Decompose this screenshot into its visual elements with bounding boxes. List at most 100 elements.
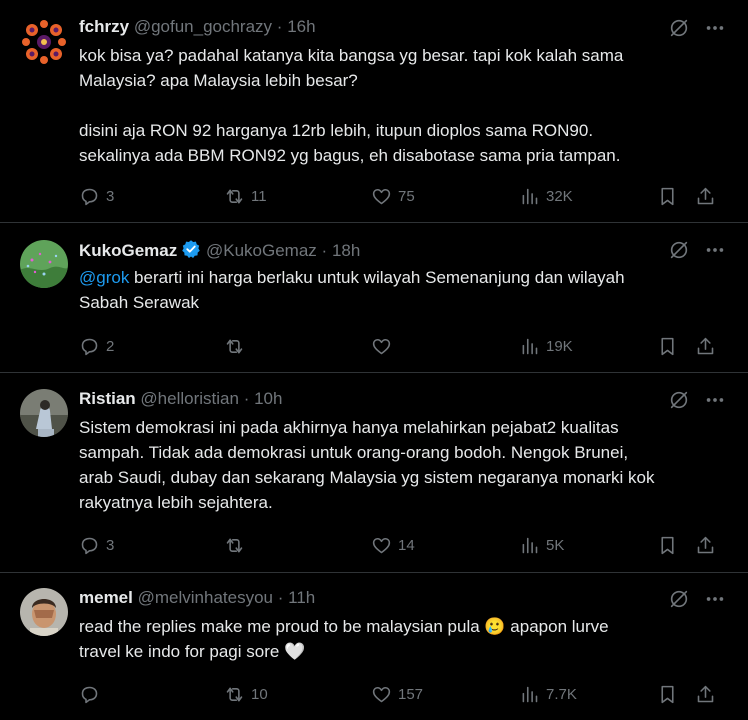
reply-button[interactable]: 3 [79, 184, 114, 208]
user-handle[interactable]: @helloristian [140, 389, 239, 408]
retweet-button[interactable] [224, 334, 251, 358]
avatar[interactable] [20, 588, 68, 636]
bookmark-button[interactable] [657, 184, 678, 208]
share-button[interactable] [695, 533, 716, 557]
tweet-text-line: disini aja RON 92 harganya 12rb lebih, i… [79, 121, 594, 140]
grok-icon[interactable] [668, 239, 690, 261]
analytics-icon [522, 537, 538, 553]
bookmark-icon [661, 685, 674, 703]
bookmark-button[interactable] [657, 682, 678, 706]
tweet[interactable]: fchrzy @gofun_gochrazy · 16h kok bisa ya… [0, 0, 748, 223]
avatar[interactable] [20, 18, 68, 66]
views-button[interactable]: 32K [519, 184, 573, 208]
share-icon [697, 187, 714, 204]
mention-link[interactable]: @grok [79, 268, 129, 287]
retweet-button[interactable] [224, 533, 251, 557]
timestamp[interactable]: 18h [332, 241, 360, 260]
tweet-text-line: Sabah Serawak [79, 293, 200, 312]
display-name[interactable]: memel [79, 588, 133, 607]
action-bar: 10 157 7.7K [79, 682, 730, 706]
views-button[interactable]: 7.7K [519, 682, 577, 706]
separator-dot: · [321, 241, 328, 260]
tweet-text-line: arab Saudi, dubay dan sekarang Malaysia … [79, 468, 655, 487]
tweet-text-fragment: read the replies make me proud to be mal… [79, 617, 485, 636]
more-options-icon[interactable] [704, 588, 726, 610]
verified-badge-icon[interactable] [181, 239, 201, 264]
action-bar: 3 11 75 32K [79, 184, 730, 208]
more-options-icon[interactable] [704, 17, 726, 39]
share-button[interactable] [695, 184, 716, 208]
tweet-text-line: Malaysia? apa Malaysia lebih besar? [79, 71, 358, 90]
like-button[interactable]: 75 [371, 184, 415, 208]
like-count: 157 [398, 685, 424, 703]
like-button[interactable] [371, 334, 398, 358]
reply-button[interactable]: 3 [79, 533, 114, 557]
timestamp[interactable]: 16h [287, 17, 315, 36]
timestamp[interactable]: 11h [288, 588, 315, 607]
display-name[interactable]: Ristian [79, 389, 136, 408]
user-handle[interactable]: @gofun_gochrazy [134, 17, 272, 36]
reply-count: 2 [106, 337, 115, 355]
retweet-icon [226, 339, 243, 353]
heart-icon [372, 537, 391, 553]
tweet-text-line: rakyatnya lebih sejahtera. [79, 493, 273, 512]
more-options-icon[interactable] [704, 239, 726, 261]
user-handle[interactable]: @melvinhatesyou [138, 588, 273, 607]
display-name[interactable]: fchrzy [79, 17, 129, 36]
separator-dot: · [277, 588, 284, 607]
view-count: 19K [546, 337, 573, 355]
share-button[interactable] [695, 334, 716, 358]
bookmark-icon [661, 536, 674, 554]
tweet-text-line: Sistem demokrasi ini pada akhirnya hanya… [79, 418, 619, 437]
grok-icon[interactable] [668, 588, 690, 610]
more-options-icon[interactable] [704, 389, 726, 411]
tweet-header: memel @melvinhatesyou · 11h [79, 588, 315, 608]
tweet-text-fragment: apapon lurve [505, 617, 609, 636]
reply-button[interactable]: 2 [79, 334, 114, 358]
user-handle[interactable]: @KukoGemaz [206, 241, 317, 260]
avatar[interactable] [20, 240, 68, 288]
tweet[interactable]: Ristian @helloristian · 10h Sistem demok… [0, 373, 748, 573]
tweet-text: Sistem demokrasi ini pada akhirnya hanya… [79, 415, 730, 515]
reply-icon [81, 537, 98, 554]
bookmark-button[interactable] [657, 533, 678, 557]
reply-icon [81, 188, 98, 205]
grok-icon[interactable] [668, 17, 690, 39]
tweet[interactable]: KukoGemaz @KukoGemaz · 18h @grok berarti… [0, 223, 748, 373]
like-count: 75 [398, 187, 415, 205]
views-button[interactable]: 19K [519, 334, 573, 358]
tweet-text-line: sampah. Tidak ada demokrasi untuk orang-… [79, 443, 629, 462]
reply-button[interactable] [79, 682, 106, 706]
tweet-text-line: kok bisa ya? padahal katanya kita bangsa… [79, 46, 624, 65]
like-count: 14 [398, 536, 415, 554]
retweet-button[interactable]: 11 [224, 184, 267, 208]
display-name[interactable]: KukoGemaz [79, 241, 177, 260]
heart-icon [372, 188, 391, 204]
tweet-text: read the replies make me proud to be mal… [79, 614, 730, 664]
share-icon [697, 685, 714, 702]
share-icon [697, 536, 714, 553]
reply-feed: fchrzy @gofun_gochrazy · 16h kok bisa ya… [0, 0, 748, 720]
separator-dot: · [243, 389, 250, 408]
retweet-icon [226, 538, 243, 552]
share-button[interactable] [695, 682, 716, 706]
timestamp[interactable]: 10h [254, 389, 282, 408]
analytics-icon [522, 686, 538, 702]
analytics-icon [522, 338, 538, 354]
tweet-text-line: sekalinya ada BBM RON92 yg bagus, eh dis… [79, 146, 621, 165]
like-button[interactable]: 14 [371, 533, 415, 557]
grok-icon[interactable] [668, 389, 690, 411]
bookmark-icon [661, 187, 674, 205]
bookmark-button[interactable] [657, 334, 678, 358]
like-button[interactable]: 157 [371, 682, 423, 706]
reply-icon [81, 338, 98, 355]
view-count: 32K [546, 187, 573, 205]
white-heart-emoji: 🤍 [284, 642, 306, 661]
tweet-header: Ristian @helloristian · 10h [79, 389, 282, 409]
avatar[interactable] [20, 389, 68, 437]
tweet[interactable]: memel @melvinhatesyou · 11h read the rep… [0, 573, 748, 720]
reply-count: 3 [106, 536, 115, 554]
views-button[interactable]: 5K [519, 533, 564, 557]
retweet-button[interactable]: 10 [224, 682, 268, 706]
action-bar: 3 14 5K [79, 533, 730, 557]
